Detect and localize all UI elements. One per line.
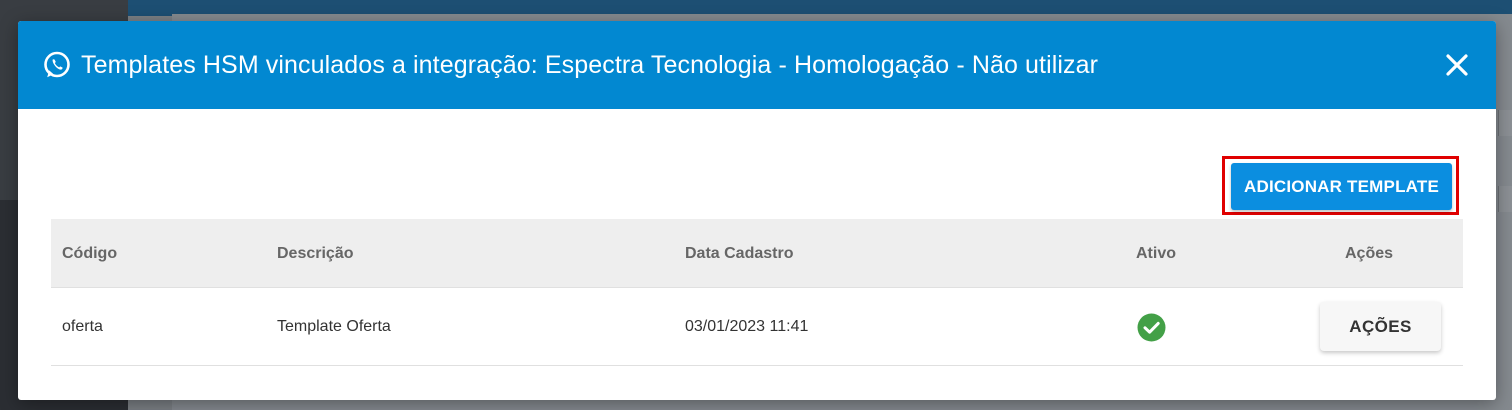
modal-title: Templates HSM vinculados a integração: E… xyxy=(81,50,1099,79)
cell-descricao: Template Oferta xyxy=(277,318,391,335)
background-edge-control xyxy=(1498,110,1512,136)
column-header-ativo[interactable]: Ativo xyxy=(1136,219,1176,288)
active-check-icon xyxy=(1137,313,1166,342)
column-header-data-cadastro[interactable]: Data Cadastro xyxy=(685,219,793,288)
table-row: oferta Template Oferta 03/01/2023 11:41 … xyxy=(51,288,1463,366)
cell-data-cadastro: 03/01/2023 11:41 xyxy=(685,318,809,335)
modal-header: Templates HSM vinculados a integração: E… xyxy=(18,21,1496,109)
modal-body: ADICIONAR TEMPLATE Código Descrição Data… xyxy=(18,109,1496,400)
templates-modal: Templates HSM vinculados a integração: E… xyxy=(18,21,1496,400)
column-header-descricao[interactable]: Descrição xyxy=(277,219,354,288)
table-header: Código Descrição Data Cadastro Ativo Açõ… xyxy=(51,219,1463,288)
templates-table: Código Descrição Data Cadastro Ativo Açõ… xyxy=(51,219,1463,366)
column-header-acoes: Ações xyxy=(1345,245,1394,262)
close-button[interactable] xyxy=(1444,52,1470,78)
row-actions-button[interactable]: AÇÕES xyxy=(1320,302,1441,351)
whatsapp-icon xyxy=(42,50,72,80)
add-template-button[interactable]: ADICIONAR TEMPLATE xyxy=(1231,163,1452,210)
add-template-highlight: ADICIONAR TEMPLATE xyxy=(1222,156,1459,215)
cell-codigo: oferta xyxy=(62,318,103,335)
background-edge-control xyxy=(1498,186,1512,212)
column-header-codigo[interactable]: Código xyxy=(62,219,117,288)
close-icon xyxy=(1446,54,1468,76)
